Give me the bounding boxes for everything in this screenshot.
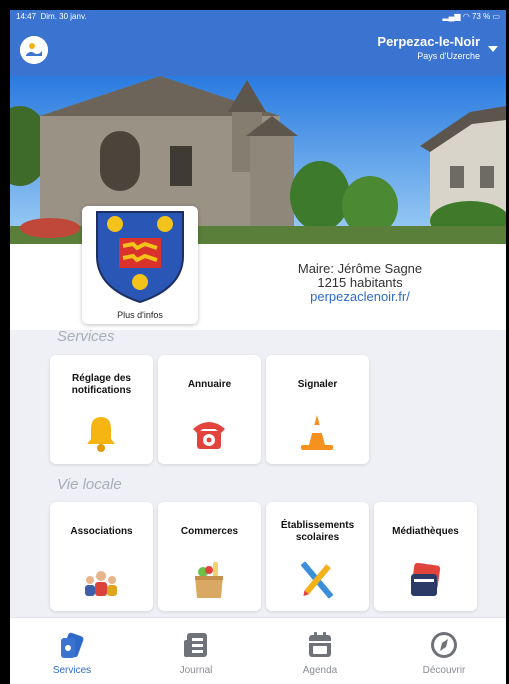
tab-discover[interactable]: Découvrir (382, 618, 506, 684)
commune-details: Maire: Jérôme Sagne 1215 habitants perpe… (260, 262, 460, 304)
tile-associations[interactable]: Associations (50, 502, 153, 611)
tile-notification-settings[interactable]: Réglage des notifications (50, 355, 153, 464)
tile-label: Réglage des notifications (71, 373, 132, 396)
wifi-icon: ◠ (462, 12, 470, 21)
calendar-icon (309, 632, 331, 657)
tab-services[interactable]: Services (10, 618, 134, 684)
tab-label: Services (52, 665, 92, 676)
app-header: Perpezac-le-Noir Pays d'Uzerche (10, 24, 506, 76)
tile-label: Annuaire (187, 379, 232, 390)
telephone-icon (193, 422, 225, 449)
chevron-down-icon[interactable] (488, 46, 498, 52)
tab-label: Agenda (302, 665, 338, 676)
tile-label: Associations (70, 526, 133, 537)
status-indicators: ▂▄▆ ◠ 73 % ▭ (443, 10, 500, 24)
tile-label: Signaler (297, 379, 338, 390)
compass-icon (431, 632, 457, 658)
pencil-ruler-icon (300, 561, 334, 599)
mayor-name: Maire: Jérôme Sagne (297, 261, 423, 276)
app-logo-icon[interactable] (20, 36, 48, 64)
more-info-label: Plus d'infos (117, 310, 163, 320)
tab-label: Journal (179, 665, 213, 676)
commune-name: Perpezac-le-Noir (377, 34, 480, 49)
crest-card[interactable]: Plus d'infos (82, 206, 198, 324)
tab-journal[interactable]: Journal (134, 618, 258, 684)
battery-icon: ▭ (492, 12, 500, 21)
status-time: 14:47 (16, 12, 37, 21)
battery-level: 73 % (471, 12, 491, 21)
grocery-bag-icon (195, 562, 223, 598)
tile-label: Commerces (180, 526, 239, 537)
commune-selector[interactable]: Perpezac-le-Noir Pays d'Uzerche (377, 34, 480, 61)
bottom-tab-bar: Services Journal Agenda Découvrir (10, 617, 506, 684)
tab-label: Découvrir (422, 665, 466, 676)
newspaper-icon (184, 633, 207, 657)
app-screen: 14:47 Dim. 30 janv. ▂▄▆ ◠ 73 % ▭ Perpeza… (10, 10, 506, 684)
services-section-title: Services (57, 328, 115, 345)
population: 1215 habitants (317, 275, 403, 290)
people-icon (85, 571, 117, 596)
tile-report[interactable]: Signaler (266, 355, 369, 464)
local-life-section-title: Vie locale (57, 476, 122, 493)
tab-agenda[interactable]: Agenda (258, 618, 382, 684)
signal-icon: ▂▄▆ (442, 12, 461, 21)
commune-region: Pays d'Uzerche (417, 51, 480, 61)
traffic-cone-icon (301, 415, 333, 450)
tile-directory[interactable]: Annuaire (158, 355, 261, 464)
tile-label: Médiathèques (392, 526, 459, 537)
services-tab-icon (61, 632, 84, 658)
tile-label: Établissements scolaires (280, 520, 355, 543)
books-icon (411, 562, 441, 596)
status-time-date: 14:47 Dim. 30 janv. (16, 10, 87, 24)
tile-shops[interactable]: Commerces (158, 502, 261, 611)
tile-schools[interactable]: Établissements scolaires (266, 502, 369, 611)
tile-media-libraries[interactable]: Médiathèques (374, 502, 477, 611)
status-bar: 14:47 Dim. 30 janv. ▂▄▆ ◠ 73 % ▭ (10, 10, 506, 24)
bell-icon (87, 417, 115, 452)
status-date: Dim. 30 janv. (40, 12, 87, 21)
website-link[interactable]: perpezaclenoir.fr/ (260, 290, 460, 304)
coat-of-arms-icon (96, 211, 184, 304)
